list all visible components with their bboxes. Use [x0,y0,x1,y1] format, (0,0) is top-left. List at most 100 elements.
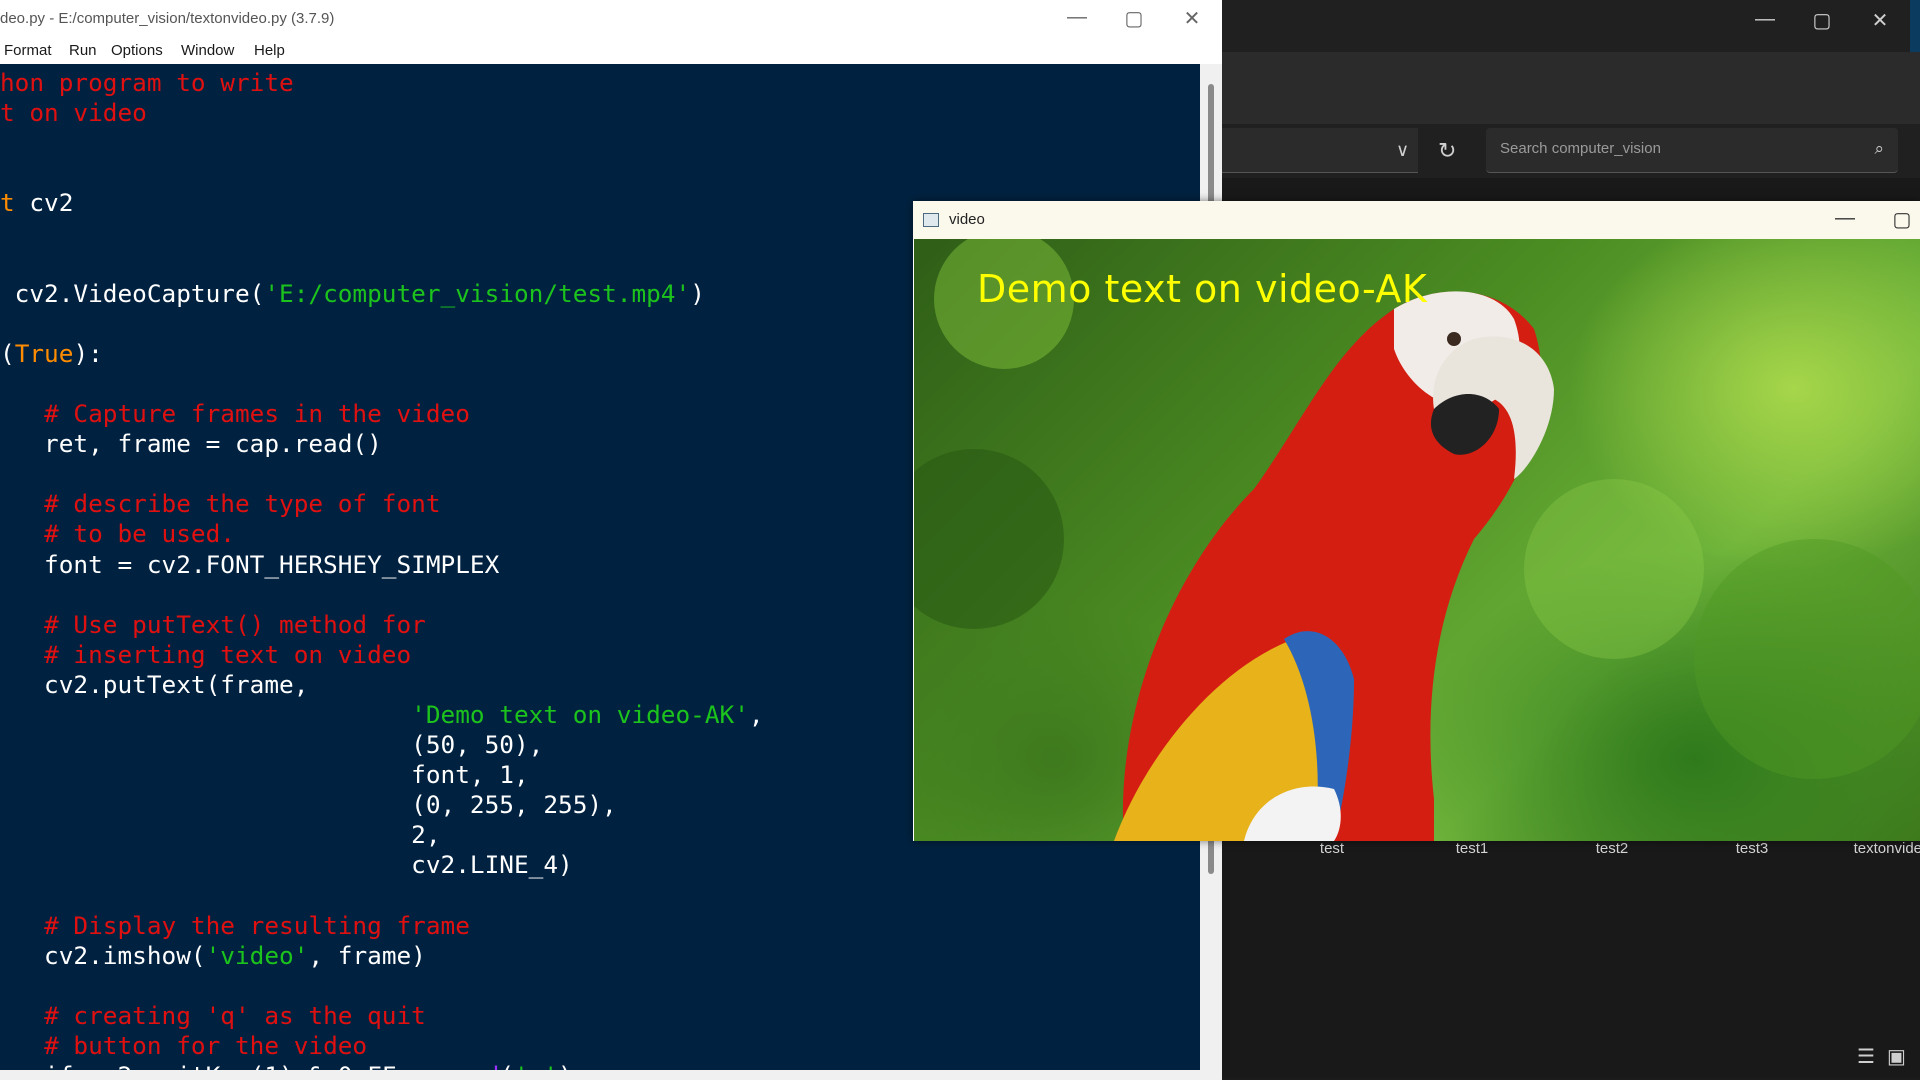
code-line[interactable]: cv2.LINE_4) [0,850,764,880]
code-line[interactable] [0,881,764,911]
code-line[interactable] [0,971,764,1001]
video-overlay-text: Demo text on video-AK [977,267,1428,311]
search-input[interactable] [1498,139,1862,158]
file-item-test[interactable]: test [1272,840,1392,857]
search-icon[interactable]: ⌕ [1874,139,1884,159]
code-token: # button for the video [44,1031,368,1060]
file-item-textonvideo[interactable]: textonvideo [1832,840,1920,857]
code-line[interactable]: # creating 'q' as the quit [0,1001,764,1031]
code-line[interactable]: # Capture frames in the video [0,399,764,429]
code-line[interactable]: font, 1, [0,760,764,790]
code-token: cv2.VideoCapture( [0,278,265,308]
code-token: (50, 50), [0,730,544,760]
code-token: cv2.LINE_4) [0,850,573,880]
window-title: deo.py - E:/computer_vision/textonvideo.… [0,10,335,27]
menu-format[interactable]: Format [4,42,52,59]
code-line[interactable]: # Use putText() method for [0,610,764,640]
code-line[interactable] [0,459,764,489]
menu-bar: Format Run Options Window Help [0,38,1222,65]
code-token: 'Demo text on video-AK' [411,699,749,729]
code-line[interactable]: # button for the video [0,1031,764,1061]
code-line[interactable] [0,580,764,610]
code-line[interactable]: cv2.putText(frame, [0,670,764,700]
code-line[interactable]: # describe the type of font [0,489,764,519]
code-line[interactable]: (True): [0,339,764,369]
close-icon[interactable]: ✕ [1865,8,1895,33]
explorer-titlebar: — ▢ ✕ [1222,0,1920,52]
file-item-test3[interactable]: test3 [1692,840,1812,857]
code-line[interactable]: hon program to write [0,68,764,98]
code-token: ret, frame = cap.read() [0,429,382,459]
file-item-test2[interactable]: test2 [1552,840,1672,857]
maximize-icon[interactable]: ▢ [1119,6,1149,31]
code-token: 'E:/computer_vision/test.mp4' [264,278,691,308]
tiles-view-icon[interactable]: ▣ [1887,1044,1906,1069]
parrot-image [914,239,1920,841]
code-line[interactable]: # Display the resulting frame [0,911,764,941]
details-view-icon[interactable]: ☰ [1857,1044,1875,1069]
video-titlebar: video — ▢ [913,201,1920,239]
code-line[interactable] [0,128,764,158]
code-line[interactable]: (0, 255, 255), [0,790,764,820]
foliage-blob [1694,539,1920,779]
code-token: font, 1, [0,760,529,790]
code-line[interactable]: font = cv2.FONT_HERSHEY_SIMPLEX [0,550,764,580]
close-icon[interactable]: ✕ [1177,6,1207,31]
code-line[interactable]: ret, frame = cap.read() [0,429,764,459]
foliage-blob [1524,479,1704,659]
menu-run[interactable]: Run [69,42,97,59]
code-line[interactable]: cv2.VideoCapture('E:/computer_vision/tes… [0,279,764,309]
code-line[interactable]: # inserting text on video [0,640,764,670]
minimize-icon[interactable]: — [1750,8,1780,31]
address-bar[interactable] [1222,128,1418,173]
code-token: t [0,188,15,218]
code-line[interactable]: t cv2 [0,188,764,218]
menu-window[interactable]: Window [181,42,234,59]
code-token: # creating 'q' as the quit [44,1000,426,1030]
code-line[interactable] [0,249,764,279]
code-token: cv2.putText(frame, [0,669,309,699]
code-token: 2, [0,820,441,850]
code-line[interactable] [0,309,764,339]
file-item-test1[interactable]: test1 [1412,840,1532,857]
code-token: ): [73,338,103,368]
code-text[interactable]: hon program to write t on video t cv2 cv2… [0,68,764,1080]
code-line[interactable]: 2, [0,820,764,850]
idle-titlebar: deo.py - E:/computer_vision/textonvideo.… [0,0,1222,38]
code-token: t on video [0,98,147,128]
code-token: ) [690,278,705,308]
code-token: # Capture frames in the video [44,399,470,429]
code-line[interactable] [0,158,764,188]
code-token: (0, 255, 255), [0,790,617,820]
code-line[interactable]: (50, 50), [0,730,764,760]
maximize-icon[interactable]: ▢ [1887,207,1917,232]
minimize-icon[interactable]: — [1062,6,1092,29]
menu-help[interactable]: Help [254,42,285,59]
code-line[interactable] [0,369,764,399]
menu-options[interactable]: Options [111,42,163,59]
code-token: ( [0,338,15,368]
code-line[interactable] [0,218,764,248]
code-line[interactable]: t on video [0,98,764,128]
code-token: 'video' [205,940,309,970]
code-line[interactable]: cv2.imshow('video', frame) [0,941,764,971]
search-box[interactable]: ⌕ [1486,128,1898,173]
code-token: # inserting text on video [44,639,412,669]
code-line[interactable]: 'Demo text on video-AK', [0,699,763,730]
maximize-icon[interactable]: ▢ [1807,8,1837,33]
refresh-icon[interactable]: ↻ [1438,138,1456,164]
code-line[interactable]: # to be used. [0,519,764,549]
minimize-icon[interactable]: — [1830,207,1860,230]
code-token: # Display the resulting frame [44,910,470,940]
code-token: hon program to write [0,68,294,97]
status-bar [0,1070,1222,1080]
chevron-down-icon[interactable]: ∨ [1396,140,1409,161]
